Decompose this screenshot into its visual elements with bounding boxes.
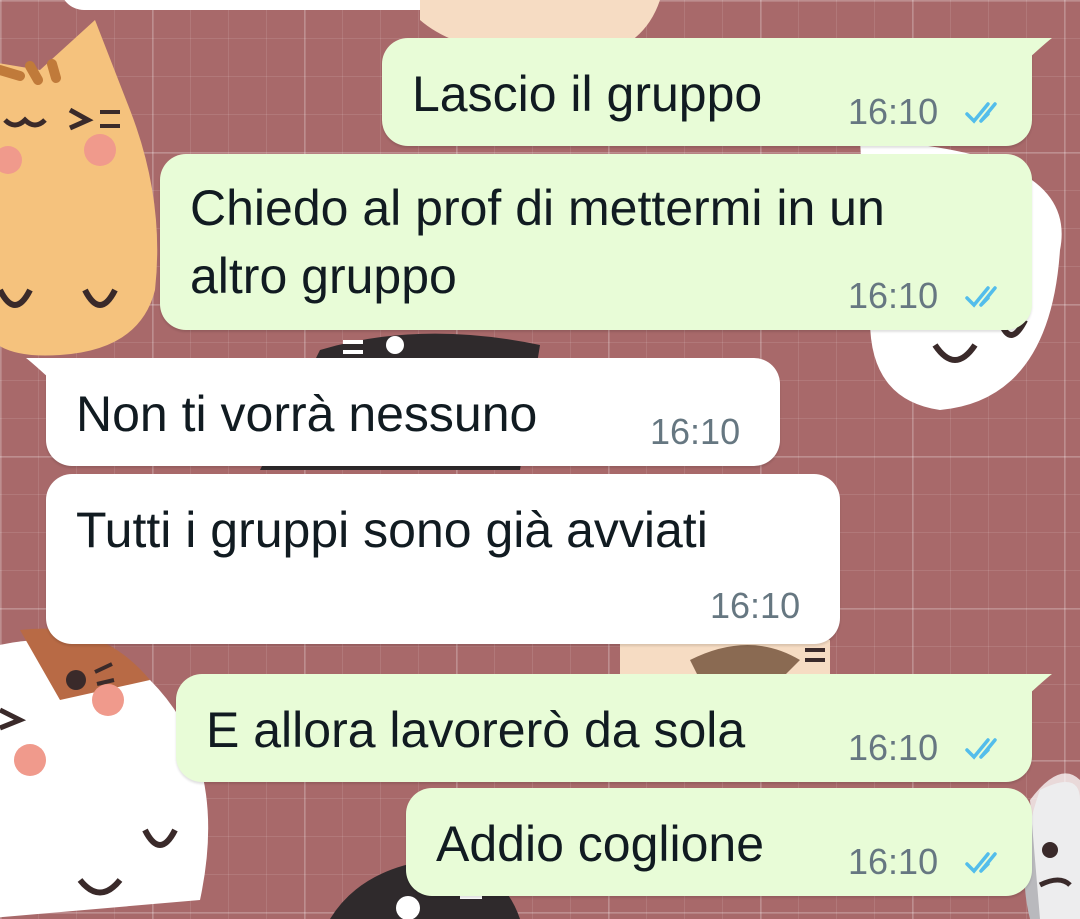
outgoing-message-bubble[interactable]: Addio coglione 16:10 [406, 788, 1032, 896]
double-check-icon [965, 738, 997, 760]
incoming-message-bubble[interactable]: Tutti i gruppi sono già avviati 16:10 [46, 474, 840, 644]
message-time: 16:10 [848, 841, 939, 882]
double-check-icon [965, 852, 997, 874]
grey-cat-sticker [1024, 773, 1080, 919]
message-text-line-2: altro gruppo [190, 248, 457, 304]
message-text: Addio coglione [436, 816, 765, 872]
double-check-icon [965, 102, 997, 124]
message-text-line-1: Chiedo al prof di mettermi in un [190, 180, 885, 236]
bubble-tail [1014, 674, 1052, 708]
message-time: 16:10 [650, 411, 741, 452]
orange-cat-sticker [0, 20, 158, 356]
bubble-tail [26, 358, 64, 392]
message-time: 16:10 [848, 727, 939, 768]
bubble-tail [1014, 38, 1052, 72]
outgoing-message-bubble[interactable]: Lascio il gruppo 16:10 [382, 38, 1052, 146]
message-text: Non ti vorrà nessuno [76, 386, 538, 442]
message-time: 16:10 [710, 585, 801, 626]
incoming-message-bubble[interactable]: Non ti vorrà nessuno 16:10 [26, 358, 780, 466]
message-time: 16:10 [848, 91, 939, 132]
calico-cat-sticker [0, 628, 209, 918]
outgoing-message-bubble[interactable]: Chiedo al prof di mettermi in un altro g… [160, 154, 1032, 330]
outgoing-message-bubble[interactable]: E allora lavorerò da sola 16:10 [176, 674, 1052, 782]
double-check-icon [965, 286, 997, 308]
message-text: Lascio il gruppo [412, 66, 763, 122]
message-text: E allora lavorerò da sola [206, 702, 746, 758]
message-time: 16:10 [848, 275, 939, 316]
message-text: Tutti i gruppi sono già avviati [76, 502, 708, 558]
